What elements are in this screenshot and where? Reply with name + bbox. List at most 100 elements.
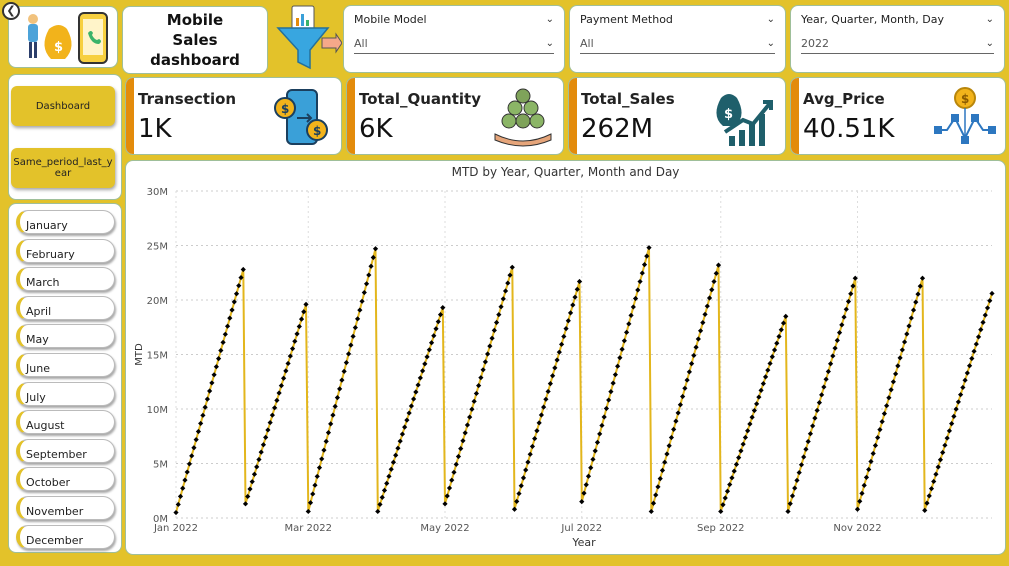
- x-tick-label: Jan 2022: [153, 523, 198, 534]
- logo-card: $: [8, 6, 118, 68]
- month-button-august[interactable]: August: [16, 410, 115, 434]
- data-point-marker: [209, 380, 215, 386]
- data-point-marker: [281, 375, 287, 381]
- data-point-marker: [848, 291, 854, 297]
- data-point-marker: [754, 401, 760, 407]
- chevron-down-icon[interactable]: ⌄: [767, 38, 775, 49]
- month-button-november[interactable]: November: [16, 496, 115, 520]
- data-point-marker: [973, 341, 979, 347]
- data-point-marker: [641, 262, 648, 268]
- month-button-december[interactable]: December: [16, 525, 115, 549]
- chevron-down-icon[interactable]: ⌄: [986, 14, 994, 25]
- month-button-april[interactable]: April: [16, 296, 115, 320]
- money-growth-chart-icon: $: [716, 94, 773, 146]
- data-point-marker: [776, 333, 782, 340]
- data-point-marker: [684, 377, 690, 383]
- data-point-marker: [523, 467, 529, 473]
- data-point-marker: [177, 493, 184, 499]
- data-point-marker: [191, 445, 197, 451]
- data-point-marker: [729, 475, 735, 481]
- data-point-marker: [298, 316, 305, 322]
- data-point-marker: [567, 310, 574, 316]
- data-point-marker: [745, 428, 751, 434]
- x-tick-label: Nov 2022: [833, 523, 881, 534]
- data-point-marker: [435, 319, 441, 325]
- data-point-marker: [509, 264, 515, 270]
- data-point-marker: [428, 340, 435, 346]
- data-point-marker: [458, 446, 464, 452]
- data-point-marker: [877, 426, 883, 433]
- funnel-filter-icon: [276, 5, 343, 70]
- data-point-marker: [292, 338, 298, 344]
- data-point-marker: [738, 448, 744, 454]
- data-point-marker: [408, 403, 414, 409]
- data-point-marker: [316, 465, 323, 471]
- data-point-marker: [689, 361, 695, 367]
- data-point-marker: [677, 402, 683, 408]
- page-title: Mobile Sales dashboard: [150, 11, 240, 69]
- data-point-marker: [453, 461, 459, 468]
- data-point-marker: [491, 327, 497, 333]
- kpi-value: 40.51K: [803, 114, 895, 144]
- mobile-model-filter[interactable]: Mobile Model ⌄ All ⌄: [343, 5, 565, 73]
- filter-value: All: [354, 37, 368, 50]
- data-point-marker: [617, 355, 623, 361]
- data-point-marker: [639, 270, 645, 276]
- data-point-marker: [411, 396, 417, 402]
- kpi-value: 1K: [138, 114, 172, 144]
- data-point-marker: [505, 280, 511, 286]
- month-button-february[interactable]: February: [16, 239, 115, 263]
- chevron-down-icon[interactable]: ⌄: [546, 38, 554, 49]
- filter-label: Payment Method: [580, 12, 673, 26]
- data-point-marker: [305, 508, 311, 515]
- kpi-label: Transection: [138, 90, 237, 108]
- data-point-marker: [895, 363, 901, 369]
- data-point-marker: [758, 387, 764, 393]
- filter-value: 2022: [801, 37, 829, 50]
- data-point-marker: [742, 434, 749, 441]
- data-point-marker: [419, 368, 426, 374]
- data-point-marker: [626, 321, 632, 327]
- payment-method-filter[interactable]: Payment Method ⌄ All ⌄: [569, 5, 786, 73]
- month-button-september[interactable]: September: [16, 439, 115, 463]
- data-point-marker: [819, 392, 825, 398]
- month-button-july[interactable]: July: [16, 382, 115, 406]
- data-point-marker: [516, 490, 522, 497]
- data-point-marker: [906, 323, 912, 329]
- data-point-marker: [884, 403, 890, 409]
- data-point-marker: [969, 355, 975, 362]
- coin-network-icon: $: [934, 87, 996, 144]
- data-point-marker: [901, 339, 908, 345]
- date-hierarchy-filter[interactable]: Year, Quarter, Month, Day ⌄ 2022 ⌄: [790, 5, 1005, 73]
- data-point-marker: [449, 477, 455, 483]
- month-button-october[interactable]: October: [16, 467, 115, 491]
- data-point-marker: [224, 323, 231, 329]
- data-point-marker: [944, 435, 950, 441]
- kpi-card-total-sales: Total_Sales 262M $: [568, 77, 786, 155]
- data-point-marker: [339, 377, 345, 383]
- chevron-down-icon[interactable]: ⌄: [767, 14, 775, 25]
- x-tick-label: Mar 2022: [285, 523, 333, 534]
- month-button-june[interactable]: June: [16, 353, 115, 377]
- month-button-january[interactable]: January: [16, 210, 115, 234]
- dashboard-button[interactable]: Dashboard: [11, 86, 115, 126]
- data-point-marker: [836, 330, 843, 336]
- data-point-marker: [538, 412, 545, 418]
- data-point-marker: [496, 312, 502, 318]
- data-point-marker: [182, 477, 188, 483]
- data-point-marker: [783, 313, 789, 319]
- data-point-marker: [397, 438, 403, 444]
- month-button-may[interactable]: May: [16, 324, 115, 348]
- back-arrow-icon[interactable]: ❮: [2, 2, 20, 20]
- chevron-down-icon[interactable]: ⌄: [986, 38, 994, 49]
- same-period-last-year-button[interactable]: Same_period_last_year: [11, 148, 115, 188]
- data-point-marker: [289, 346, 296, 352]
- data-point-marker: [372, 246, 379, 252]
- month-button-march[interactable]: March: [16, 267, 115, 291]
- data-point-marker: [215, 356, 222, 362]
- data-point-marker: [368, 263, 374, 269]
- data-point-marker: [821, 384, 827, 390]
- data-point-marker: [489, 335, 495, 341]
- chevron-down-icon[interactable]: ⌄: [546, 14, 554, 25]
- data-point-marker: [789, 493, 796, 499]
